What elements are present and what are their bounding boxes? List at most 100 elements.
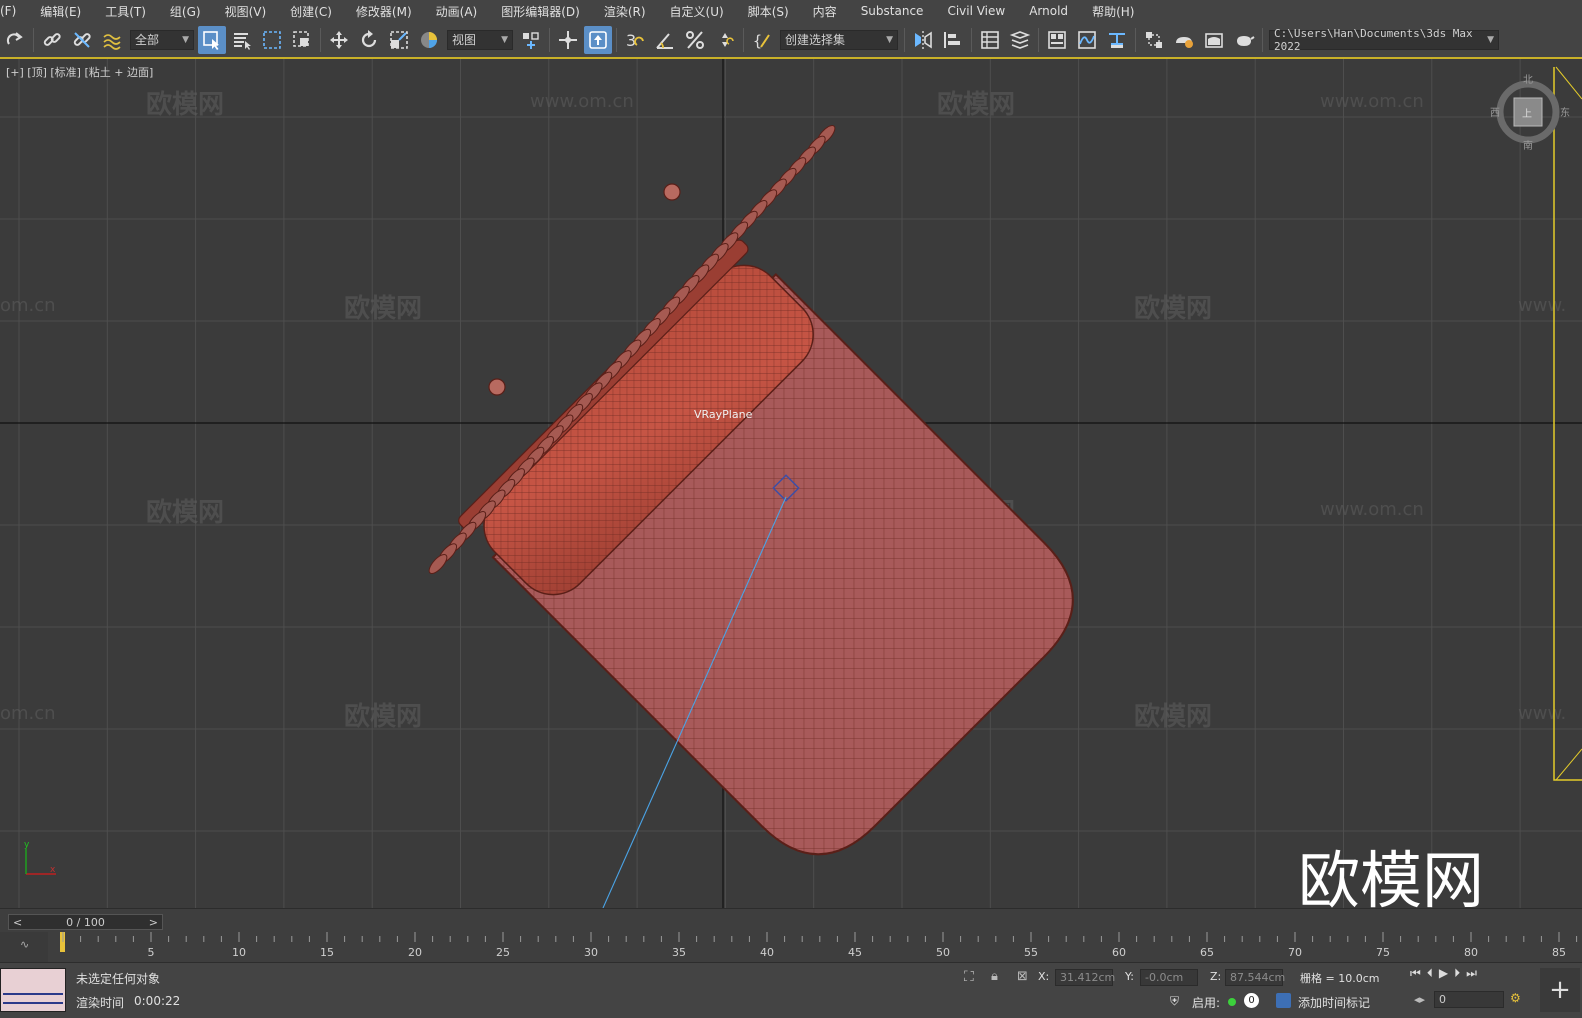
curve-editor-button[interactable] bbox=[1073, 26, 1101, 54]
time-slider[interactable]: < 0 / 100 > bbox=[8, 914, 163, 930]
current-frame-input[interactable]: 0 bbox=[1434, 991, 1504, 1008]
object-label: VRayPlane bbox=[694, 408, 753, 421]
track-bar[interactable]: ∿ 5 10 15 20 25 30 35 40 45 50 55 60 65 … bbox=[0, 932, 1582, 962]
tick-label: 40 bbox=[760, 946, 774, 959]
unlink-button[interactable] bbox=[68, 26, 96, 54]
schematic-view-button[interactable] bbox=[1103, 26, 1131, 54]
pivot-center-button[interactable] bbox=[517, 26, 545, 54]
x-coord-field[interactable]: 31.412cm bbox=[1055, 969, 1115, 986]
layer-explorer-button[interactable] bbox=[1006, 26, 1034, 54]
next-frame-icon[interactable]: ⏵︎ bbox=[1454, 966, 1460, 981]
menu-item[interactable]: 帮助(H) bbox=[1082, 3, 1148, 20]
selection-filter-dropdown[interactable]: 全部 ▼ bbox=[130, 29, 194, 50]
play-icon[interactable]: ▶ bbox=[1439, 966, 1448, 981]
jar-model[interactable] bbox=[426, 123, 1101, 883]
menu-item[interactable]: (F) bbox=[0, 4, 30, 18]
menu-item[interactable]: 工具(T) bbox=[95, 3, 160, 20]
menu-item[interactable]: 渲染(R) bbox=[594, 3, 660, 20]
viewport-label[interactable]: [+] [顶] [标准] [粘土 + 边面] bbox=[6, 64, 153, 80]
pivot-icon bbox=[523, 31, 539, 49]
menu-item[interactable]: 自定义(U) bbox=[660, 3, 738, 20]
z-coord-field[interactable]: 87.544cm bbox=[1225, 969, 1285, 986]
list-icon bbox=[234, 32, 251, 50]
lock-icon[interactable]: 🔒︎ bbox=[991, 969, 998, 984]
percent-snap-button[interactable] bbox=[681, 26, 709, 54]
scale-icon bbox=[390, 30, 408, 49]
place-button[interactable] bbox=[415, 26, 443, 54]
maxscript-listener-preview[interactable] bbox=[0, 968, 66, 1012]
spinner-snap-button[interactable] bbox=[711, 26, 739, 54]
link-button[interactable] bbox=[38, 26, 66, 54]
watermark: om.cn bbox=[0, 703, 56, 724]
menu-item[interactable]: 视图(V) bbox=[215, 3, 281, 20]
redo-button[interactable] bbox=[1, 26, 29, 54]
watermark: 欧模网 bbox=[937, 89, 1015, 120]
time-tag-icon[interactable] bbox=[1276, 993, 1291, 1008]
go-to-start-icon[interactable]: ⏮ bbox=[1410, 966, 1421, 981]
keyboard-shortcut-override-button[interactable] bbox=[584, 25, 612, 54]
render-production-button[interactable] bbox=[1230, 26, 1258, 54]
named-selection-set-dropdown[interactable]: 创建选择集 ▼ bbox=[780, 29, 898, 50]
render-setup-button[interactable] bbox=[1170, 26, 1198, 54]
select-object-button[interactable] bbox=[198, 25, 226, 54]
toolbar-separator bbox=[1038, 27, 1039, 52]
rect-selection-region-button[interactable] bbox=[258, 26, 286, 54]
bind-spacewarp-button[interactable] bbox=[98, 26, 126, 54]
viewport-canvas[interactable]: 欧模网 www.om.cn 欧模网 www.om.cn om.cn 欧模网 欧模… bbox=[0, 59, 1582, 908]
add-time-tag-button[interactable]: 添加时间标记 bbox=[1298, 994, 1370, 1011]
menu-item[interactable]: 组(G) bbox=[160, 3, 215, 20]
rendered-frame-window-button[interactable] bbox=[1200, 26, 1228, 54]
edit-named-selection-button[interactable]: { bbox=[748, 26, 776, 54]
project-path-dropdown[interactable]: C:\Users\Han\Documents\3ds Max 2022 ▼ bbox=[1269, 27, 1499, 53]
playback-controls: ⏮ ⏴︎ ▶ ⏵︎ ⏭ bbox=[1410, 966, 1477, 981]
chevron-left-icon[interactable]: < bbox=[9, 916, 26, 929]
menu-item[interactable]: Civil View bbox=[937, 4, 1019, 18]
watermark: www. bbox=[1518, 703, 1566, 724]
viewcube[interactable]: 上 北 南 西 东 bbox=[1490, 74, 1570, 152]
toolbar-separator bbox=[743, 27, 744, 52]
key-mode-icon[interactable]: ◂▸ bbox=[1414, 993, 1425, 1006]
chevron-down-icon: ▼ bbox=[886, 34, 893, 45]
align-button[interactable] bbox=[939, 26, 967, 54]
viewport-top[interactable]: 欧模网 www.om.cn 欧模网 www.om.cn om.cn 欧模网 欧模… bbox=[0, 59, 1582, 908]
menu-item[interactable]: 编辑(E) bbox=[30, 3, 95, 20]
reference-coordinate-dropdown[interactable]: 视图 ▼ bbox=[447, 29, 513, 50]
y-coord-field[interactable]: -0.0cm bbox=[1140, 969, 1198, 986]
ribbon-toggle-button[interactable] bbox=[1043, 26, 1071, 54]
menu-item[interactable]: 修改器(M) bbox=[346, 3, 426, 20]
menu-item[interactable]: 动画(A) bbox=[426, 3, 492, 20]
z-coord-label: Z: bbox=[1210, 970, 1222, 983]
watermark: 欧模网 bbox=[344, 293, 422, 324]
menu-item[interactable]: 内容 bbox=[803, 3, 851, 20]
menu-item[interactable]: 图形编辑器(D) bbox=[491, 3, 594, 20]
rotate-button[interactable] bbox=[355, 26, 383, 54]
maxscript-line bbox=[3, 993, 63, 995]
material-editor-icon bbox=[1146, 31, 1162, 48]
curve-editor-mini-icon[interactable]: ∿ bbox=[20, 938, 29, 951]
go-to-end-icon[interactable]: ⏭ bbox=[1466, 966, 1477, 981]
mirror-button[interactable] bbox=[909, 26, 937, 54]
plus-icon: + bbox=[1549, 975, 1571, 1005]
watermark: www.om.cn bbox=[1320, 499, 1424, 520]
chevron-right-icon[interactable]: > bbox=[145, 916, 162, 929]
select-manipulate-button[interactable] bbox=[554, 26, 582, 54]
previous-frame-icon[interactable]: ⏴︎ bbox=[1427, 966, 1433, 981]
menu-item[interactable]: Substance bbox=[851, 4, 938, 18]
move-button[interactable] bbox=[325, 26, 353, 54]
isolate-selection-icon[interactable]: ⛶ bbox=[964, 969, 974, 985]
menu-item[interactable]: 创建(C) bbox=[280, 3, 346, 20]
angle-snap-button[interactable] bbox=[651, 26, 679, 54]
snaps-toggle-button[interactable]: 3 bbox=[621, 26, 649, 54]
scene-explorer-button[interactable] bbox=[976, 26, 1004, 54]
move-icon bbox=[330, 30, 348, 49]
window-crossing-button[interactable] bbox=[288, 26, 316, 54]
menu-item[interactable]: Arnold bbox=[1019, 4, 1082, 18]
select-by-name-button[interactable] bbox=[228, 26, 256, 54]
menu-item[interactable]: 脚本(S) bbox=[738, 3, 803, 20]
absolute-mode-icon[interactable]: ⊠ bbox=[1017, 969, 1028, 984]
scale-button[interactable] bbox=[385, 26, 413, 54]
adaptive-degradation-icon[interactable]: ⛨ bbox=[1170, 994, 1179, 1009]
add-viewport-button[interactable]: + bbox=[1540, 968, 1580, 1012]
material-editor-button[interactable] bbox=[1140, 26, 1168, 54]
time-config-icon[interactable]: ⚙ bbox=[1510, 991, 1521, 1005]
